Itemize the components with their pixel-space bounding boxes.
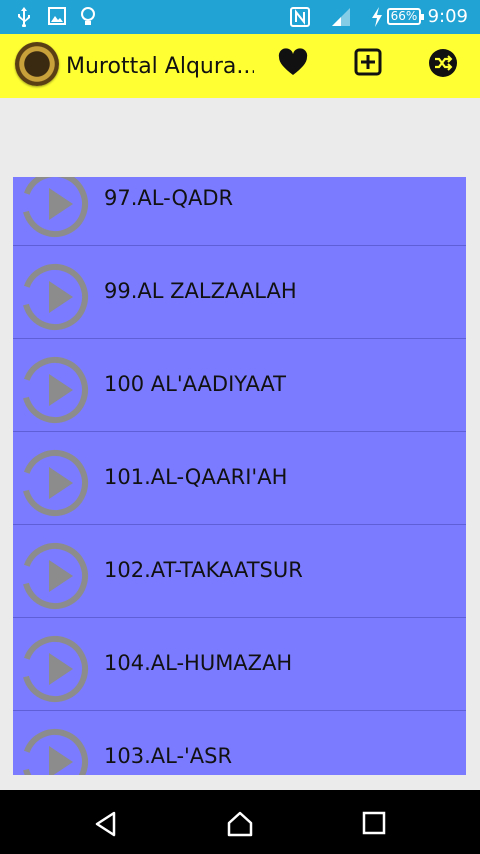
lightbulb-icon bbox=[81, 7, 95, 25]
app-title: Murottal Alqura... bbox=[66, 54, 254, 79]
charging-icon bbox=[372, 7, 382, 27]
system-nav-bar bbox=[0, 790, 480, 854]
home-icon[interactable] bbox=[225, 810, 255, 838]
status-bar: 66% 9:09 bbox=[0, 0, 480, 34]
list-item-label: 104.AL-HUMAZAH bbox=[104, 651, 293, 675]
play-icon[interactable] bbox=[19, 177, 91, 240]
list-item[interactable]: 103.AL-'ASR bbox=[13, 712, 466, 775]
list-item-label: 101.AL-QAARI'AH bbox=[104, 465, 288, 489]
play-icon[interactable] bbox=[19, 261, 91, 333]
list-item[interactable]: 104.AL-HUMAZAH bbox=[13, 619, 466, 711]
list-item-label: 99.AL ZALZAALAH bbox=[104, 279, 297, 303]
list-item-label: 97.AL-QADR bbox=[104, 186, 234, 210]
play-icon[interactable] bbox=[19, 447, 91, 519]
app-toolbar: Murottal Alqura... bbox=[0, 34, 480, 98]
play-icon[interactable] bbox=[19, 633, 91, 705]
list-item-label: 102.AT-TAKAATSUR bbox=[104, 558, 303, 582]
recent-apps-icon[interactable] bbox=[361, 810, 387, 836]
add-box-icon[interactable] bbox=[354, 48, 382, 76]
image-icon bbox=[48, 7, 66, 25]
list-item[interactable]: 99.AL ZALZAALAH bbox=[13, 247, 466, 339]
list-item-label: 100 AL'AADIYAAT bbox=[104, 372, 286, 396]
list-item[interactable]: 102.AT-TAKAATSUR bbox=[13, 526, 466, 618]
surah-list[interactable]: 97.AL-QADR 99.AL ZALZAALAH 100 AL'AADIYA… bbox=[13, 177, 466, 775]
usb-icon bbox=[18, 7, 30, 27]
list-item[interactable]: 101.AL-QAARI'AH bbox=[13, 433, 466, 525]
list-item[interactable]: 100 AL'AADIYAAT bbox=[13, 340, 466, 432]
clock: 9:09 bbox=[427, 6, 468, 27]
back-icon[interactable] bbox=[92, 810, 120, 838]
battery-indicator: 66% bbox=[387, 8, 424, 25]
play-icon[interactable] bbox=[19, 726, 91, 775]
app-logo bbox=[15, 42, 59, 86]
list-item-label: 103.AL-'ASR bbox=[104, 744, 233, 768]
play-icon[interactable] bbox=[19, 354, 91, 426]
favorite-heart-icon[interactable] bbox=[278, 48, 308, 76]
play-icon[interactable] bbox=[19, 540, 91, 612]
nfc-icon bbox=[290, 7, 310, 27]
signal-icon bbox=[332, 8, 350, 26]
list-item[interactable]: 97.AL-QADR bbox=[13, 177, 466, 246]
shuffle-icon[interactable] bbox=[428, 48, 458, 78]
